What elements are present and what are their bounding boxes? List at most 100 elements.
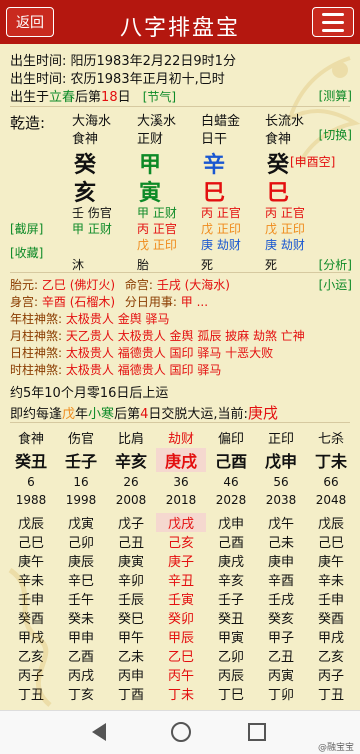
liunian-cell[interactable]: 壬戌 xyxy=(256,589,306,608)
recents-nav-icon[interactable] xyxy=(248,723,266,741)
liunian-cell[interactable]: 丁酉 xyxy=(106,684,156,703)
liunian-cell[interactable]: 乙巳 xyxy=(156,646,206,665)
liunian-cell[interactable]: 庚戌 xyxy=(206,551,256,570)
solar-term-name[interactable]: 立春 xyxy=(49,90,75,105)
qiyun-text: 约5年10个月零16日后上运 xyxy=(10,386,169,401)
hidden-stem: 甲 正财 xyxy=(72,222,112,236)
jiaoyun-term: 小寒 xyxy=(88,407,115,422)
year-branch: 亥 xyxy=(74,181,97,206)
liunian-cell[interactable]: 丙寅 xyxy=(256,665,306,684)
liunian-cell[interactable]: 丁巳 xyxy=(206,684,256,703)
liunian-cell[interactable]: 乙丑 xyxy=(256,646,306,665)
solar-term-tag[interactable]: [节气] xyxy=(143,90,176,104)
analysis-tag[interactable]: [分析] xyxy=(319,256,352,273)
collect-tag[interactable]: [收藏] xyxy=(10,244,43,261)
liunian-cell[interactable]: 戊辰 xyxy=(6,513,56,532)
liunian-cell[interactable]: 癸丑 xyxy=(206,608,256,627)
dayun-age: 16 xyxy=(73,475,89,489)
pillar-shishen: 日干 xyxy=(201,132,228,147)
dayun-pillar[interactable]: 癸丑 xyxy=(6,448,56,472)
liunian-cell[interactable]: 甲辰 xyxy=(156,627,206,646)
liunian-cell[interactable]: 辛亥 xyxy=(206,570,256,589)
liunian-cell[interactable]: 己丑 xyxy=(106,532,156,551)
dayun-pillar[interactable]: 壬子 xyxy=(56,448,106,472)
liunian-cell[interactable]: 戊寅 xyxy=(56,513,106,532)
dayun-shishen: 偏印 xyxy=(217,432,244,447)
liunian-cell[interactable]: 癸酉 xyxy=(306,608,356,627)
screenshot-tag[interactable]: [截屏] xyxy=(10,220,43,237)
divider xyxy=(10,106,350,107)
dayun-year: 2008 xyxy=(115,493,147,507)
jiaoyun-line: 即约每逢戊年小寒后第4日交脱大运,当前:庚戌 xyxy=(10,402,278,423)
liunian-cell[interactable]: 丁未 xyxy=(156,684,206,703)
hidden-stem: 丙 正官 xyxy=(201,206,241,220)
liunian-cell[interactable]: 丙子 xyxy=(306,665,356,684)
liunian-cell[interactable]: 己亥 xyxy=(156,532,206,551)
liunian-cell[interactable]: 戊午 xyxy=(256,513,306,532)
liunian-cell[interactable]: 辛酉 xyxy=(256,570,306,589)
liunian-cell[interactable]: 己酉 xyxy=(206,532,256,551)
hidden-stem: 壬 伤官 xyxy=(72,206,112,220)
menu-button[interactable] xyxy=(312,7,354,37)
divider xyxy=(10,422,350,423)
liunian-cell[interactable]: 癸卯 xyxy=(156,608,206,627)
dayun-pillar[interactable]: 戊申 xyxy=(256,448,306,472)
liunian-cell[interactable]: 壬申 xyxy=(306,589,356,608)
dayun-shishen: 比肩 xyxy=(117,432,144,447)
liunian-cell[interactable]: 乙卯 xyxy=(206,646,256,665)
liunian-cell[interactable]: 己巳 xyxy=(306,532,356,551)
liunian-cell[interactable]: 辛未 xyxy=(306,570,356,589)
app-logo: 八字排盘宝 xyxy=(120,16,241,41)
dayun-pillar[interactable]: 庚戌 xyxy=(156,448,206,472)
liunian-cell[interactable]: 壬寅 xyxy=(156,589,206,608)
shengong-label: 身宫: xyxy=(10,295,39,309)
liunian-cell[interactable]: 丁卯 xyxy=(256,684,306,703)
liunian-cell[interactable]: 丁丑 xyxy=(306,684,356,703)
dayun-year: 2018 xyxy=(165,493,197,507)
liunian-cell[interactable]: 庚午 xyxy=(306,551,356,570)
liunian-cell[interactable]: 甲子 xyxy=(256,627,306,646)
liunian-cell[interactable]: 甲午 xyxy=(106,627,156,646)
liunian-cell[interactable]: 壬辰 xyxy=(106,589,156,608)
day-branch: 巳 xyxy=(203,181,226,206)
liunian-cell[interactable]: 乙未 xyxy=(106,646,156,665)
liunian-cell[interactable]: 癸亥 xyxy=(256,608,306,627)
back-button[interactable]: 返回 xyxy=(6,7,54,37)
liunian-cell[interactable]: 戊申 xyxy=(206,513,256,532)
liunian-cell[interactable]: 庚申 xyxy=(256,551,306,570)
liunian-cell[interactable]: 己巳 xyxy=(6,532,56,551)
day-shensha: 日柱神煞: 太极贵人 福德贵人 国印 驿马 十恶大败 xyxy=(10,344,273,361)
liunian-cell[interactable]: 乙亥 xyxy=(306,646,356,665)
dayun-year: 2048 xyxy=(315,493,347,507)
dayun-shishen: 劫财 xyxy=(167,432,194,447)
liunian-cell[interactable]: 庚寅 xyxy=(106,551,156,570)
liunian-cell[interactable]: 丙辰 xyxy=(206,665,256,684)
liunian-cell[interactable]: 辛卯 xyxy=(106,570,156,589)
liunian-cell[interactable]: 甲戌 xyxy=(306,627,356,646)
liunian-cell[interactable]: 辛丑 xyxy=(156,570,206,589)
measure-tag[interactable]: [测算] xyxy=(319,87,352,104)
liunian-cell[interactable]: 壬子 xyxy=(206,589,256,608)
hidden-stem: 甲 正财 xyxy=(137,206,177,220)
switch-tag[interactable]: [切换] xyxy=(319,126,352,143)
liunian-cell[interactable]: 戊子 xyxy=(106,513,156,532)
home-nav-icon[interactable] xyxy=(171,722,191,742)
liunian-cell[interactable]: 戊戌 xyxy=(156,513,206,532)
liunian-cell[interactable]: 庚子 xyxy=(156,551,206,570)
liunian-cell[interactable]: 癸巳 xyxy=(106,608,156,627)
year-shensha-value: 太极贵人 金舆 驿马 xyxy=(65,312,170,326)
back-nav-icon[interactable] xyxy=(92,723,106,741)
xiaoyun-tag[interactable]: [小运] xyxy=(319,276,352,293)
liunian-cell[interactable]: 丙午 xyxy=(156,665,206,684)
liunian-cell[interactable]: 己未 xyxy=(256,532,306,551)
liunian-cell[interactable]: 己卯 xyxy=(56,532,106,551)
app-header: 返回 八字排盘宝 xyxy=(0,0,360,44)
liunian-cell[interactable]: 甲寅 xyxy=(206,627,256,646)
dayun-year: 1998 xyxy=(65,493,97,507)
dayun-pillar[interactable]: 辛亥 xyxy=(106,448,156,472)
liunian-cell[interactable]: 戊辰 xyxy=(306,513,356,532)
solar-term-line: 出生于立春后第18日 [节气] xyxy=(10,86,176,105)
dayun-pillar[interactable]: 己酉 xyxy=(206,448,256,472)
dayun-pillar[interactable]: 丁未 xyxy=(306,448,356,472)
liunian-cell[interactable]: 丙申 xyxy=(106,665,156,684)
